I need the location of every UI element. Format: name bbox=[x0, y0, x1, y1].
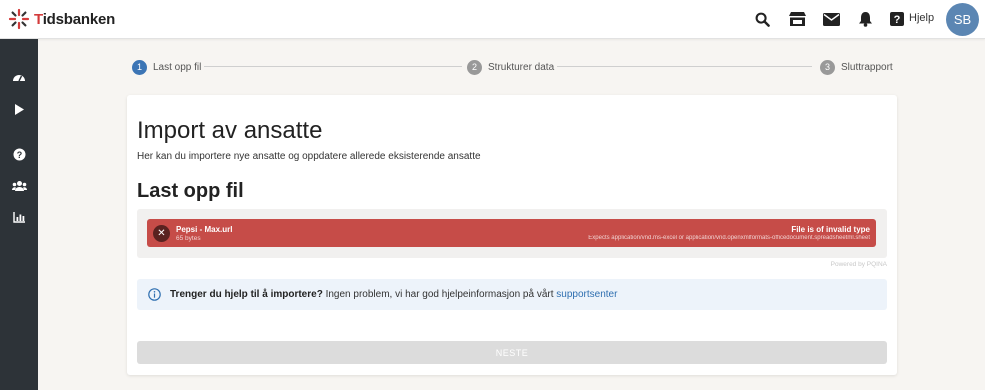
store-icon[interactable] bbox=[787, 10, 807, 28]
svg-text:?: ? bbox=[16, 150, 22, 160]
step-2: 2 Strukturer data bbox=[467, 58, 554, 76]
powered-by: Powered by PQINA bbox=[830, 261, 887, 268]
step-number: 2 bbox=[467, 59, 482, 75]
step-1: 1 Last opp fil bbox=[132, 58, 201, 76]
avatar[interactable]: SB bbox=[946, 3, 979, 36]
help-info-strong: Trenger du hjelp til å importere? bbox=[170, 289, 323, 300]
step-connector bbox=[204, 66, 462, 67]
next-button[interactable]: NESTE bbox=[137, 341, 887, 364]
help-info-text: Trenger du hjelp til å importere? Ingen … bbox=[170, 289, 617, 300]
step-label: Sluttrapport bbox=[841, 61, 893, 73]
file-name: Pepsi - Max.url bbox=[176, 225, 233, 234]
bar-chart-icon[interactable] bbox=[11, 209, 27, 225]
help-info-box: Trenger du hjelp til å importere? Ingen … bbox=[137, 279, 887, 310]
dashboard-icon[interactable] bbox=[11, 69, 27, 85]
step-number: 3 bbox=[820, 59, 835, 75]
users-icon[interactable] bbox=[11, 178, 27, 194]
support-center-link[interactable]: supportsenter bbox=[556, 289, 617, 300]
import-card: Import av ansatte Her kan du importere n… bbox=[127, 95, 897, 375]
file-size: 65 bytes bbox=[176, 235, 201, 242]
search-icon[interactable] bbox=[753, 10, 771, 28]
question-square-icon[interactable]: ? bbox=[888, 10, 906, 28]
help-circle-icon[interactable]: ? bbox=[11, 146, 27, 162]
close-icon: ✕ bbox=[157, 228, 166, 239]
help-link[interactable]: Hjelp bbox=[909, 12, 934, 24]
step-label: Strukturer data bbox=[488, 61, 555, 73]
help-info-body: Ingen problem, vi har god hjelpeinformas… bbox=[322, 289, 557, 300]
top-bar: Tidsbanken ? Hjelp SB bbox=[0, 0, 985, 39]
file-status-detail: Expects application/vnd.ms-excel or appl… bbox=[588, 235, 870, 241]
logo-icon bbox=[8, 8, 30, 30]
page-title: Import av ansatte bbox=[137, 117, 323, 144]
sidebar: ? bbox=[0, 39, 38, 390]
step-3: 3 Sluttrapport bbox=[820, 58, 893, 76]
remove-file-button[interactable]: ✕ bbox=[153, 225, 170, 242]
import-stepper: 1 Last opp fil 2 Strukturer data 3 Slutt… bbox=[132, 58, 893, 76]
bell-icon[interactable] bbox=[856, 10, 874, 28]
logo-text: Tidsbanken bbox=[34, 10, 116, 28]
logo[interactable]: Tidsbanken bbox=[8, 8, 115, 30]
section-title: Last opp fil bbox=[137, 180, 244, 202]
step-connector bbox=[557, 66, 812, 67]
page-subtitle: Her kan du importere nye ansatte og oppd… bbox=[137, 151, 481, 162]
step-label: Last opp fil bbox=[153, 61, 202, 73]
file-item-error: ✕ Pepsi - Max.url 65 bytes File is of in… bbox=[147, 219, 876, 247]
svg-text:?: ? bbox=[894, 14, 901, 26]
file-dropzone[interactable]: ✕ Pepsi - Max.url 65 bytes File is of in… bbox=[137, 209, 887, 258]
info-icon bbox=[148, 288, 161, 301]
file-status: File is of invalid type bbox=[791, 225, 870, 234]
mail-icon[interactable] bbox=[822, 10, 840, 28]
play-icon[interactable] bbox=[11, 101, 27, 117]
step-number: 1 bbox=[132, 59, 147, 75]
